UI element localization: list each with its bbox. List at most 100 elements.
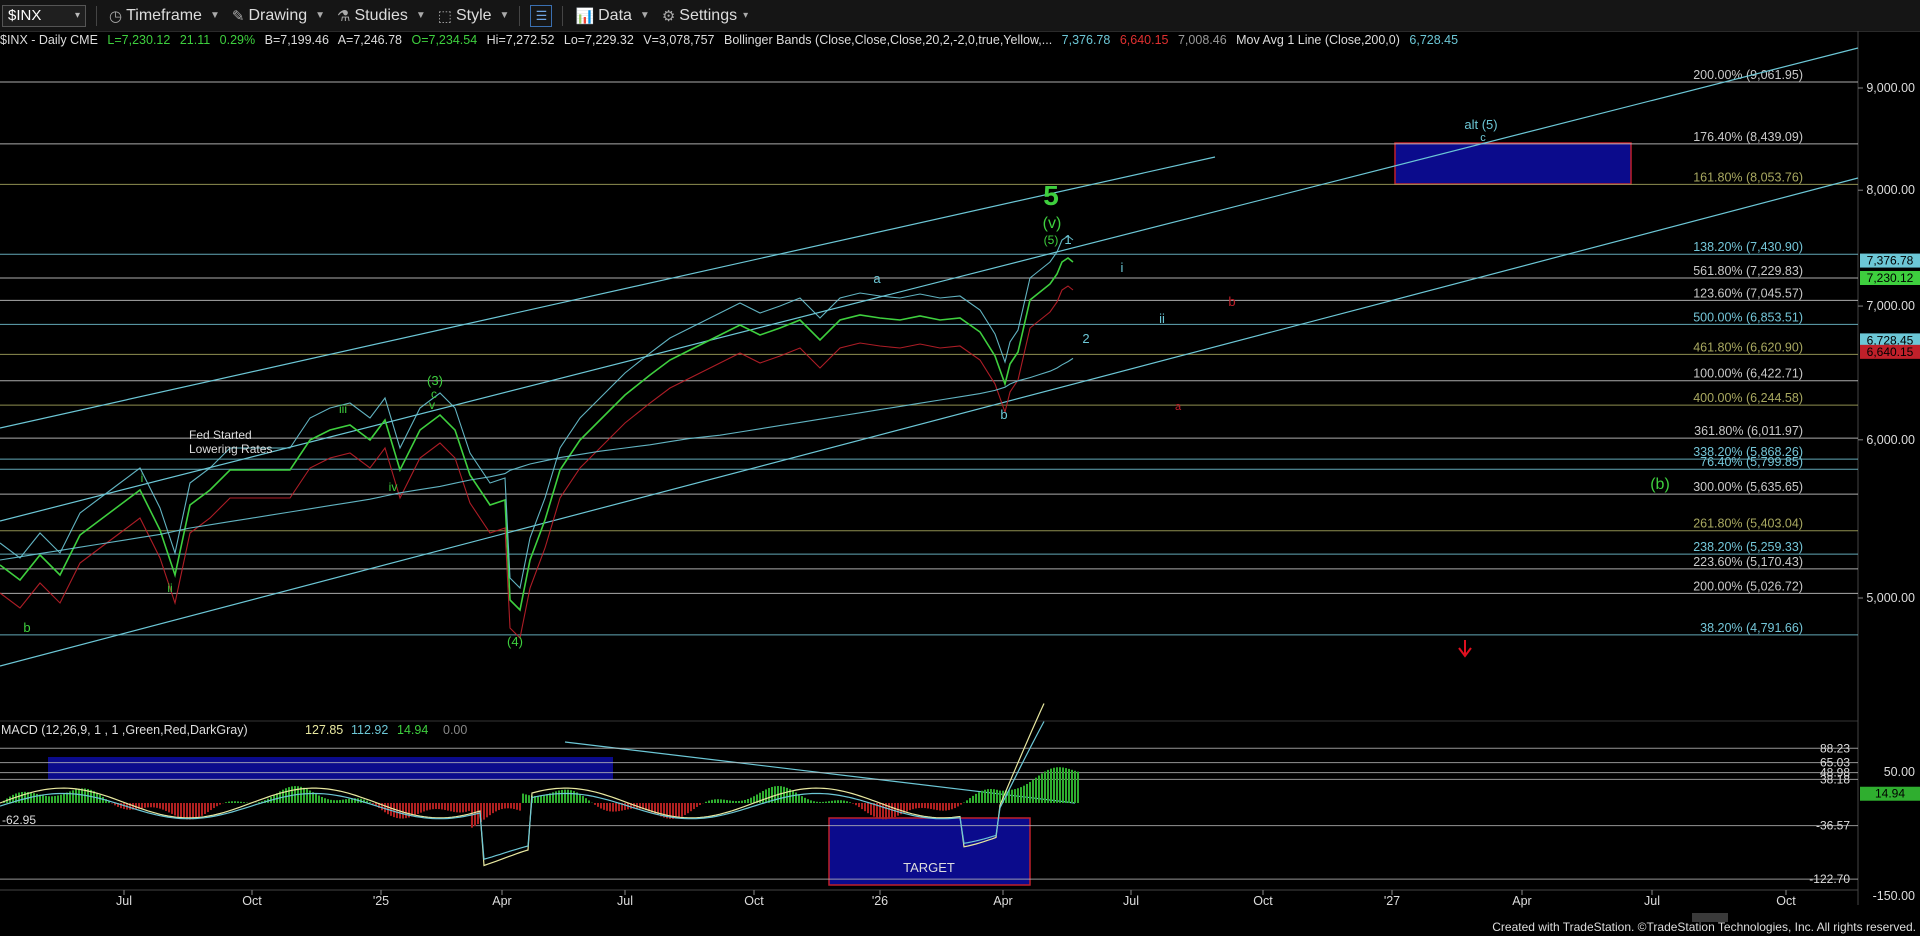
macd-histogram-bar [1059,767,1061,803]
macd-histogram-bar [870,803,872,816]
macd-histogram-bar [984,789,986,803]
style-menu[interactable]: ⬚ Style ▼ [438,7,510,25]
macd-histogram-bar [423,803,425,812]
macd-histogram-bar [498,803,500,811]
macd-histogram-bar [36,793,38,803]
time-axis-label: Jul [1644,894,1660,908]
macd-histogram-bar [321,796,323,803]
macd-histogram-bar [207,803,209,813]
macd-histogram-bar [849,802,851,803]
macd-histogram-bar [489,803,491,816]
chevron-down-icon[interactable]: ▾ [75,10,80,21]
macd-study-value: 14.94 [397,723,428,737]
macd-histogram-bar [177,803,179,817]
macd-histogram-bar [387,803,389,815]
macd-histogram-bar [831,800,833,803]
studies-label: Studies [354,6,408,24]
macd-histogram-bar [966,800,968,803]
macd-histogram-bar [801,796,803,803]
macd-histogram-bar [951,803,953,810]
macd-histogram-bar [612,803,614,812]
bar-chart-icon: 📊 [575,7,595,25]
macd-histogram-bar [930,803,932,809]
fib-level-label: 400.00% (6,244.58) [1693,391,1803,405]
layout-icon[interactable]: ☰ [530,4,553,27]
symbol-field[interactable]: $INX ▾ [2,4,86,27]
macd-histogram-bar [219,803,221,805]
macd-histogram-bar [189,803,191,820]
wave-label: i [1121,260,1124,275]
macd-histogram-bar [720,799,722,803]
macd-histogram-bar [915,803,917,809]
macd-histogram-bar [201,803,203,816]
price-chart[interactable]: 200.00% (9,061.95) 176.40% (8,439.09) 161.… [0,31,1920,911]
macd-histogram-bar [750,797,752,803]
macd-histogram-bar [822,801,824,803]
macd-histogram-bar [888,803,890,819]
macd-histogram-bar [783,786,785,803]
macd-histogram-bar [75,789,77,803]
macd-histogram-bar [924,803,926,809]
macd-histogram-bar [309,790,311,803]
macd-histogram-bar [243,802,245,803]
macd-histogram-bar [705,801,707,803]
wave-label: b [1228,294,1235,309]
macd-histogram-bar [72,790,74,803]
macd-histogram-bar [342,799,344,803]
macd-histogram-bar [528,795,530,803]
chevron-down-icon: ▼ [209,10,220,21]
macd-histogram-bar [618,803,620,812]
macd-histogram-bar [699,803,701,805]
drawing-menu[interactable]: ✎ Drawing ▼ [232,7,325,25]
macd-histogram-bar [168,803,170,813]
wave-label: (v) [1043,215,1062,232]
macd-histogram-bar [840,800,842,803]
macd-level-label: -122.70 [1809,872,1850,886]
macd-histogram-bar [525,794,527,803]
macd-histogram-bar [156,803,158,808]
wave-label: (4) [507,634,523,649]
time-axis-label: Oct [1776,894,1796,908]
macd-histogram-bar [609,803,611,812]
macd-histogram-bar [762,791,764,803]
style-label: Style [455,6,492,24]
wave-label: ii [1159,311,1165,326]
macd-current-tag-label: 14.94 [1875,787,1905,801]
macd-histogram-bar [1056,767,1058,803]
trend-channel-line [0,177,1859,667]
macd-study-value: 0.00 [443,723,467,737]
fib-level-label: 200.00% (5,026.72) [1693,579,1803,593]
macd-histogram-bar [582,796,584,803]
studies-menu[interactable]: ⚗ Studies ▼ [337,7,426,25]
macd-histogram-bar [732,800,734,803]
price-tag-label: 6,640.15 [1867,345,1914,359]
fib-level-label: 300.00% (5,635.65) [1693,480,1803,494]
wave-label: b [23,620,30,635]
macd-study-value: 127.85 [305,723,343,737]
data-label: Data [598,6,632,24]
fib-level-label: 38.20% (4,791.66) [1700,621,1803,635]
macd-histogram-bar [288,787,290,803]
data-menu[interactable]: 📊 Data ▼ [575,7,649,25]
time-axis-label: Apr [993,894,1012,908]
chevron-down-icon: ▼ [499,10,510,21]
macd-histogram-bar [978,792,980,803]
macd-histogram-bar [999,790,1001,803]
macd-histogram-bar [402,803,404,819]
macd-histogram-bar [1032,779,1034,803]
time-axis-label: Apr [492,894,511,908]
chevron-down-icon: ▾ [743,10,749,21]
macd-histogram-bar [570,790,572,803]
macd-histogram-bar [171,803,173,814]
macd-histogram-bar [57,795,59,803]
macd-histogram-bar [345,799,347,803]
wave-label: alt (5) [1464,117,1497,132]
timeframe-menu[interactable]: ◷ Timeframe ▼ [109,7,220,25]
macd-histogram-bar [237,801,239,803]
macd-histogram-bar [486,803,488,818]
macd-histogram-bar [510,803,512,809]
macd-histogram-bar [150,803,152,808]
settings-menu[interactable]: ⚙ Settings ▾ [662,7,748,25]
macd-histogram-bar [780,786,782,803]
macd-histogram-bar [1041,773,1043,803]
